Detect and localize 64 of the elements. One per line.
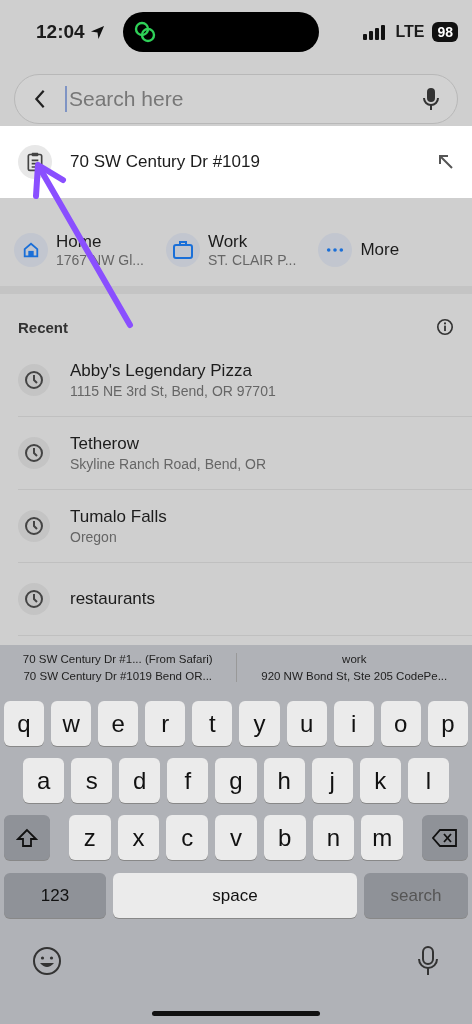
battery-level: 98	[432, 22, 458, 42]
shortcut-chip[interactable]: Work ST. CLAIR P...	[165, 222, 297, 278]
info-icon[interactable]	[436, 318, 454, 336]
recent-item[interactable]: Tumalo Falls Oregon	[18, 490, 472, 563]
letter-key[interactable]: e	[98, 701, 139, 746]
shift-icon	[16, 827, 38, 848]
recent-item[interactable]: Abby's Legendary Pizza 1115 NE 3rd St, Bend, OR 97701	[18, 344, 472, 417]
microphone-icon[interactable]	[423, 87, 439, 111]
clock-icon	[18, 510, 50, 542]
letter-key[interactable]: v	[215, 815, 257, 860]
letter-key[interactable]: c	[166, 815, 209, 860]
section-title: Recent	[18, 318, 69, 336]
status-time: 12:04	[36, 21, 85, 43]
numbers-key[interactable]: 123	[4, 873, 106, 918]
suggestion-text: 70 SW Century Dr #1019	[70, 152, 261, 172]
letter-key[interactable]: g	[215, 758, 257, 803]
letter-key[interactable]: b	[263, 815, 306, 860]
letter-key[interactable]: n	[312, 815, 355, 860]
recent-item[interactable]: restaurants	[18, 563, 472, 636]
letter-key[interactable]: u	[286, 701, 327, 746]
shift-key[interactable]	[4, 815, 50, 860]
location-arrow-icon	[89, 24, 105, 40]
autofill-suggestion[interactable]: work 920 NW Bond St, Ste 205 CodePe...	[235, 652, 472, 682]
shortcut-chip[interactable]: More	[318, 222, 400, 278]
back-icon[interactable]	[33, 88, 47, 110]
letter-key[interactable]: q	[4, 701, 45, 746]
clock-icon	[18, 583, 50, 615]
fill-arrow-icon[interactable]	[438, 154, 454, 170]
letter-key[interactable]: y	[239, 701, 280, 746]
house-icon	[22, 241, 40, 259]
letter-key[interactable]: r	[145, 701, 186, 746]
briefcase-icon	[171, 240, 194, 260]
space-key[interactable]: space	[113, 873, 357, 918]
more-icon	[326, 247, 345, 253]
letter-key[interactable]: h	[263, 758, 305, 803]
dictation-icon[interactable]	[418, 946, 438, 976]
letter-key[interactable]: o	[380, 701, 421, 746]
autofill-suggestion[interactable]: 70 SW Century Dr #1... (From Safari) 70 SW Century Dr #1019 Bend OR...	[0, 652, 236, 682]
emoji-icon[interactable]	[32, 946, 62, 976]
letter-key[interactable]: z	[69, 815, 111, 860]
letter-key[interactable]: j	[311, 758, 353, 803]
letter-key[interactable]: i	[333, 701, 374, 746]
signal-icon	[363, 24, 388, 40]
letter-key[interactable]: x	[117, 815, 160, 860]
letter-key[interactable]: l	[407, 758, 449, 803]
network-label: LTE	[395, 23, 425, 41]
backspace-key[interactable]	[422, 815, 469, 860]
letter-key[interactable]: t	[192, 701, 233, 746]
letter-key[interactable]: d	[119, 758, 161, 803]
letter-key[interactable]: m	[361, 815, 404, 860]
linked-rings-icon	[132, 20, 157, 44]
letter-key[interactable]: s	[71, 758, 113, 803]
search-input[interactable]: Search here	[67, 87, 423, 111]
letter-key[interactable]: w	[51, 701, 92, 746]
letter-key[interactable]: f	[167, 758, 209, 803]
backspace-icon	[432, 827, 459, 848]
letter-key[interactable]: p	[427, 701, 468, 746]
letter-key[interactable]: a	[23, 758, 65, 803]
clock-icon	[18, 437, 50, 469]
recent-item[interactable]: Tetherow Skyline Ranch Road, Bend, OR	[18, 417, 472, 490]
clipboard-suggestion[interactable]: 70 SW Century Dr #1019	[0, 126, 472, 198]
letter-key[interactable]: k	[359, 758, 401, 803]
clock-icon	[18, 364, 50, 396]
search-bar[interactable]: Search here	[14, 74, 458, 124]
